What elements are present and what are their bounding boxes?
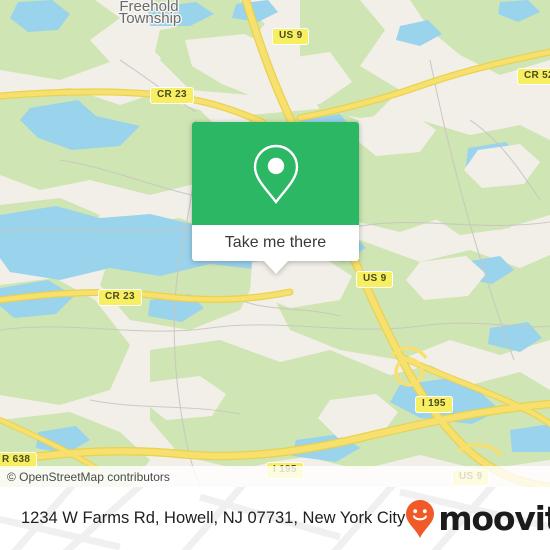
- highway-shield: I 195: [415, 396, 453, 413]
- highway-shield: US 9: [356, 271, 394, 288]
- highway-shield: CR 52: [517, 68, 550, 85]
- moovit-wordmark: moovit: [438, 499, 550, 538]
- moovit-logo: moovit: [405, 499, 550, 539]
- popup-tail: [262, 260, 289, 274]
- moovit-pin-smiley-icon: [406, 499, 435, 538]
- map-attribution-bar: © OpenStreetMap contributors: [0, 466, 550, 487]
- take-me-there-button[interactable]: Take me there: [192, 225, 359, 261]
- popup-icon-panel: [192, 122, 359, 225]
- moovit-map-screenshot: Freehold Township US 9 CR 52 CR 23 US 9 …: [0, 0, 550, 550]
- location-popup-card[interactable]: Take me there: [192, 122, 359, 274]
- highway-shield: CR 23: [150, 87, 194, 104]
- map-pin-icon: [253, 144, 298, 204]
- address-text: 1234 W Farms Rd, Howell, NJ 07731, New Y…: [21, 509, 406, 527]
- take-me-there-label: Take me there: [224, 234, 327, 251]
- footer-bar: 1234 W Farms Rd, Howell, NJ 07731, New Y…: [0, 487, 550, 550]
- highway-shield: CR 23: [98, 289, 142, 306]
- attribution-text: © OpenStreetMap contributors: [7, 469, 170, 484]
- highway-shield: US 9: [272, 28, 310, 45]
- map-canvas[interactable]: Freehold Township US 9 CR 52 CR 23 US 9 …: [0, 0, 550, 487]
